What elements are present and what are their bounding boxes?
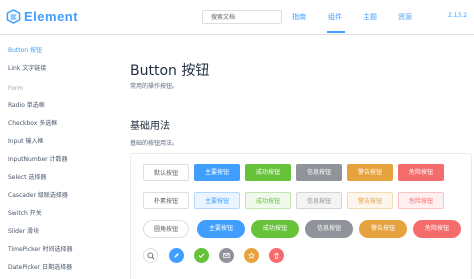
circle-search-button[interactable] [143,248,158,263]
search-input[interactable]: 搜索文档 [202,10,282,24]
sidebar-group-form: Form [8,85,24,92]
sidebar-item-cascader[interactable]: Cascader 级联选择器 [8,190,68,199]
sidebar: Button 按钮 Link 文字链接 Form Radio 单选框 Check… [0,35,112,278]
sidebar-item-radio[interactable]: Radio 单选框 [8,100,45,109]
star-icon [247,251,256,259]
sidebar-item-slider[interactable]: Slider 滑块 [8,226,39,235]
circle-star-button[interactable] [244,248,259,263]
plain-primary-button[interactable]: 主要按钮 [194,192,240,209]
section-description: 基础的按钮用法。 [130,140,179,147]
default-button[interactable]: 默认按钮 [143,164,189,181]
delete-icon [274,252,279,259]
plain-success-button[interactable]: 成功按钮 [245,192,291,209]
primary-button[interactable]: 主要按钮 [194,164,240,181]
check-icon [198,253,205,258]
round-default-button[interactable]: 圆角按钮 [143,220,189,238]
sidebar-item-checkbox[interactable]: Checkbox 多选框 [8,118,57,127]
sidebar-item-input[interactable]: Input 输入框 [8,136,43,145]
sidebar-item-button[interactable]: Button 按钮 [8,45,42,54]
circle-delete-button[interactable] [269,248,284,263]
top-header: Element 搜索文档 指南 组件 主题 资源 2.13.2 [0,0,474,35]
page-title: Button 按钮 [130,63,210,79]
plain-warning-button[interactable]: 警告按钮 [347,192,393,209]
warning-button[interactable]: 警告按钮 [347,164,393,181]
nav-resource[interactable]: 资源 [398,12,412,22]
round-warning-button[interactable]: 警告按钮 [359,220,407,238]
plain-info-button[interactable]: 信息按钮 [296,192,342,209]
search-icon [147,252,155,260]
page-subtitle: 常用的操作按钮。 [130,83,179,90]
round-danger-button[interactable]: 危险按钮 [413,220,461,238]
version-select[interactable]: 2.13.2 [448,12,467,19]
nav-guide[interactable]: 指南 [292,12,306,22]
edit-icon [174,253,179,258]
logo[interactable]: Element [6,9,78,24]
logo-text: Element [24,9,79,24]
active-nav-indicator [327,31,345,33]
circle-message-button[interactable] [219,248,234,263]
round-success-button[interactable]: 成功按钮 [251,220,299,238]
nav-theme[interactable]: 主题 [363,12,377,22]
round-primary-button[interactable]: 主要按钮 [197,220,245,238]
plain-default-button[interactable]: 朴素按钮 [143,192,189,209]
element-logo-icon [6,9,21,24]
info-button[interactable]: 信息按钮 [296,164,342,181]
section-title: 基础用法 [130,121,170,132]
sidebar-item-switch[interactable]: Switch 开关 [8,208,42,217]
danger-button[interactable]: 危险按钮 [398,164,444,181]
success-button[interactable]: 成功按钮 [245,164,291,181]
sidebar-item-datepicker[interactable]: DatePicker 日期选择器 [8,262,72,271]
sidebar-item-timepicker[interactable]: TimePicker 时间选择器 [8,244,72,253]
sidebar-item-link[interactable]: Link 文字链接 [8,63,46,72]
round-info-button[interactable]: 信息按钮 [305,220,353,238]
sidebar-item-inputnumber[interactable]: InputNumber 计数器 [8,154,68,163]
nav-component[interactable]: 组件 [328,12,342,22]
sidebar-item-select[interactable]: Select 选择器 [8,172,46,181]
message-icon [223,253,230,258]
plain-danger-button[interactable]: 危险按钮 [398,192,444,209]
circle-edit-button[interactable] [169,248,184,263]
circle-check-button[interactable] [194,248,209,263]
